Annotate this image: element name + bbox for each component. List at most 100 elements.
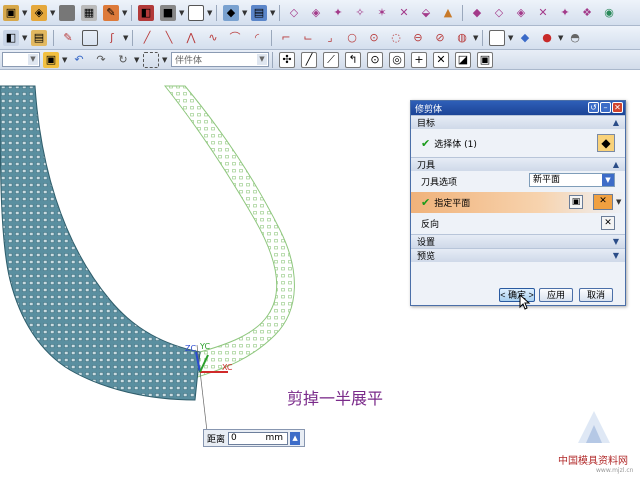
curve-icon[interactable]: ʃ — [104, 30, 120, 46]
circle-icon[interactable]: ○ — [344, 30, 360, 46]
sketch-icon[interactable] — [82, 29, 98, 46]
feature-icon-4[interactable]: ✧ — [352, 5, 368, 21]
edit-object-icon[interactable]: ✎ — [103, 4, 119, 21]
feature-icon-2[interactable]: ◈ — [308, 5, 324, 21]
chevron-down-icon[interactable]: ▼ — [22, 30, 28, 46]
feature-icon-8[interactable]: ▲ — [440, 5, 456, 21]
chevron-down-icon[interactable]: ▼ — [473, 30, 479, 46]
arc-icon[interactable]: ⌒ — [227, 30, 243, 46]
snap-end-icon[interactable]: ✣ — [279, 51, 295, 68]
snap-cross-icon[interactable]: + — [411, 51, 427, 68]
ellipse-icon[interactable]: ⊘ — [432, 30, 448, 46]
snap-pt-icon[interactable]: ▣ — [477, 51, 493, 68]
chevron-down-icon[interactable]: ▼ — [558, 30, 564, 46]
fillet-icon[interactable]: ◜ — [249, 30, 265, 46]
sheet-icon-4[interactable]: ✕ — [535, 5, 551, 21]
render-style-icon[interactable]: ◧ — [138, 4, 154, 21]
snap-center-icon[interactable]: ⊙ — [367, 51, 383, 68]
feature-icon-3[interactable]: ✦ — [330, 5, 346, 21]
plane-type-icon[interactable]: ✕ — [593, 194, 613, 210]
undo-icon[interactable]: ↶ — [71, 52, 87, 68]
circle-3pt-icon[interactable]: ◌ — [388, 30, 404, 46]
select-icon[interactable]: ▣ — [43, 51, 59, 68]
specify-plane-row[interactable]: ✔ 指定平面 ▣ ✕ ▼ — [411, 192, 625, 213]
tool-option-select[interactable]: 新平面 ▼ — [529, 173, 615, 187]
iso-view-icon[interactable]: ◆ — [223, 4, 239, 21]
chevron-down-icon[interactable]: ▼ — [179, 5, 185, 21]
layer-icon[interactable]: ▤ — [251, 4, 267, 21]
feature-icon-7[interactable]: ⬙ — [418, 5, 434, 21]
circle-center-icon[interactable]: ⊙ — [366, 30, 382, 46]
sheet-icon-3[interactable]: ◈ — [513, 5, 529, 21]
cancel-button[interactable]: 取消 — [579, 288, 613, 302]
polyline-icon[interactable]: ⋀ — [183, 30, 199, 46]
section-settings[interactable]: 设置 ▼ — [411, 234, 625, 248]
type-filter-combo[interactable]: 伴件体 ▼ — [171, 52, 269, 67]
feature-icon-5[interactable]: ✶ — [374, 5, 390, 21]
shaded-solid-icon[interactable] — [59, 4, 75, 21]
chevron-down-icon[interactable]: ▼ — [122, 5, 128, 21]
color-icon[interactable]: ◆ — [517, 30, 533, 46]
section-tool[interactable]: 刀具 ▲ — [411, 157, 625, 171]
sheet-icon-6[interactable]: ❖ — [579, 5, 595, 21]
chevron-down-icon[interactable]: ▼ — [207, 5, 213, 21]
snap-curve-icon[interactable]: ↰ — [345, 51, 361, 68]
chevron-down-icon[interactable]: ▼ — [616, 194, 622, 210]
snap-face-icon[interactable]: ◪ — [455, 51, 471, 68]
corner-icon[interactable]: ⌟ — [322, 30, 338, 46]
wireframe-icon[interactable]: ▦ — [81, 4, 97, 21]
sheet-icon-2[interactable]: ◇ — [491, 5, 507, 21]
minimize-icon[interactable]: – — [600, 102, 611, 113]
solid-color-icon[interactable]: ● — [539, 30, 555, 46]
snap-mid-icon[interactable]: ╱ — [301, 51, 317, 68]
feature-icon-6[interactable]: ✕ — [396, 5, 412, 21]
line-icon[interactable]: ╱ — [139, 30, 155, 46]
select-body-row[interactable]: ✔ 选择体 (1) ◆ — [411, 129, 625, 157]
shaded-view-icon[interactable]: ■ — [160, 4, 176, 21]
chevron-down-icon[interactable]: ▼ — [134, 52, 140, 68]
view-box-icon[interactable] — [489, 29, 505, 46]
snap-line-icon[interactable]: ⟋ — [323, 51, 339, 68]
select-body-cube-icon[interactable]: ◆ — [597, 134, 615, 152]
close-icon[interactable]: ✕ — [612, 102, 623, 113]
reverse-direction-icon[interactable]: ✕ — [601, 216, 615, 230]
pencil-icon[interactable]: ✎ — [60, 30, 76, 46]
apply-button[interactable]: 应用 — [539, 288, 573, 302]
chevron-down-icon[interactable]: ▼ — [62, 52, 68, 68]
reset-icon[interactable]: ↺ — [588, 102, 599, 113]
sheet-icon-5[interactable]: ✦ — [557, 5, 573, 21]
chevron-down-icon[interactable]: ▼ — [270, 5, 276, 21]
plane-dialog-icon[interactable]: ▣ — [569, 195, 583, 209]
distance-field[interactable]: 0 mm — [228, 431, 289, 445]
assembly-icon[interactable]: ◈ — [31, 4, 47, 21]
chevron-down-icon[interactable]: ▼ — [22, 5, 28, 21]
frame-view-icon[interactable] — [188, 4, 204, 21]
section-target[interactable]: 目标 ▲ — [411, 115, 625, 129]
chevron-down-icon[interactable]: ▼ — [508, 30, 514, 46]
redo-icon[interactable]: ↷ — [93, 52, 109, 68]
dialog-title-bar[interactable]: 修剪体 ↺ – ✕ — [411, 101, 625, 115]
part-tool-icon[interactable]: ▣ — [3, 4, 19, 21]
snap-int-icon[interactable]: ✕ — [433, 51, 449, 68]
chevron-down-icon[interactable]: ▼ — [162, 52, 168, 68]
chevron-down-icon[interactable]: ▼ — [242, 5, 248, 21]
display-icon[interactable]: ◓ — [567, 30, 583, 46]
distance-spin-icon[interactable]: ▲ — [290, 431, 301, 445]
sheet-icon-7[interactable]: ◉ — [601, 5, 617, 21]
spline-icon[interactable]: ∿ — [205, 30, 221, 46]
clipboard-icon[interactable]: ▤ — [31, 29, 47, 46]
circle-tan-icon[interactable]: ⊖ — [410, 30, 426, 46]
trim-icon[interactable]: ⌐ — [278, 30, 294, 46]
select-box-icon[interactable] — [143, 51, 159, 68]
filter-combo[interactable]: ▼ — [2, 52, 40, 67]
snap-quad-icon[interactable]: ◎ — [389, 51, 405, 68]
sheet-icon-1[interactable]: ◆ — [469, 5, 485, 21]
feature-icon-1[interactable]: ◇ — [286, 5, 302, 21]
snap-icon[interactable]: ◧ — [3, 29, 19, 46]
chevron-down-icon[interactable]: ▼ — [123, 30, 129, 46]
line-icon-2[interactable]: ╲ — [161, 30, 177, 46]
chevron-down-icon[interactable]: ▼ — [50, 5, 56, 21]
refresh-icon[interactable]: ↻ — [115, 52, 131, 68]
extend-icon[interactable]: ⌙ — [300, 30, 316, 46]
circle-angle-icon[interactable]: ◍ — [454, 30, 470, 46]
